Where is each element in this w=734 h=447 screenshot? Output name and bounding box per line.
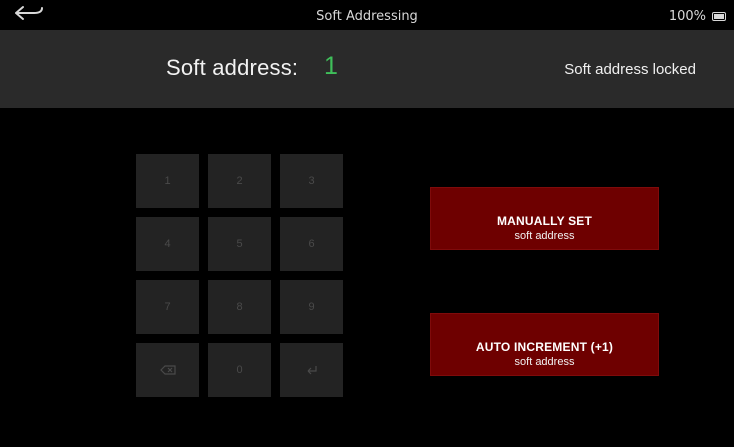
key-5[interactable]: 5 xyxy=(208,217,271,271)
window-title: Soft Addressing xyxy=(316,9,418,24)
key-1[interactable]: 1 xyxy=(136,154,199,208)
key-9[interactable]: 9 xyxy=(280,280,343,334)
manually-set-button[interactable]: MANUALLY SET soft address xyxy=(430,187,659,250)
key-2[interactable]: 2 xyxy=(208,154,271,208)
auto-increment-button[interactable]: AUTO INCREMENT (+1) soft address xyxy=(430,313,659,376)
key-backspace[interactable] xyxy=(136,343,199,397)
key-6[interactable]: 6 xyxy=(280,217,343,271)
key-7[interactable]: 7 xyxy=(136,280,199,334)
key-4[interactable]: 4 xyxy=(136,217,199,271)
numeric-keypad: 1 2 3 4 5 6 7 8 9 0 xyxy=(136,154,344,398)
battery-percentage: 100% xyxy=(668,9,706,24)
status-bar: Soft Addressing 100% xyxy=(0,0,734,30)
key-8[interactable]: 8 xyxy=(208,280,271,334)
key-0[interactable]: 0 xyxy=(208,343,271,397)
address-header: Soft address: 1 Soft address locked xyxy=(0,30,734,108)
soft-address-label: Soft address: xyxy=(166,55,299,80)
backspace-icon xyxy=(159,365,176,375)
manually-set-label: MANUALLY SET xyxy=(496,213,593,228)
lock-status-text: Soft address locked xyxy=(564,61,696,78)
soft-address-value: 1 xyxy=(324,52,338,80)
key-3[interactable]: 3 xyxy=(280,154,343,208)
battery-icon xyxy=(712,12,726,21)
manually-set-sublabel: soft address xyxy=(514,229,575,242)
key-enter[interactable] xyxy=(280,343,343,397)
auto-increment-label: AUTO INCREMENT (+1) xyxy=(475,339,614,354)
auto-increment-sublabel: soft address xyxy=(514,355,575,368)
enter-icon xyxy=(307,366,317,375)
